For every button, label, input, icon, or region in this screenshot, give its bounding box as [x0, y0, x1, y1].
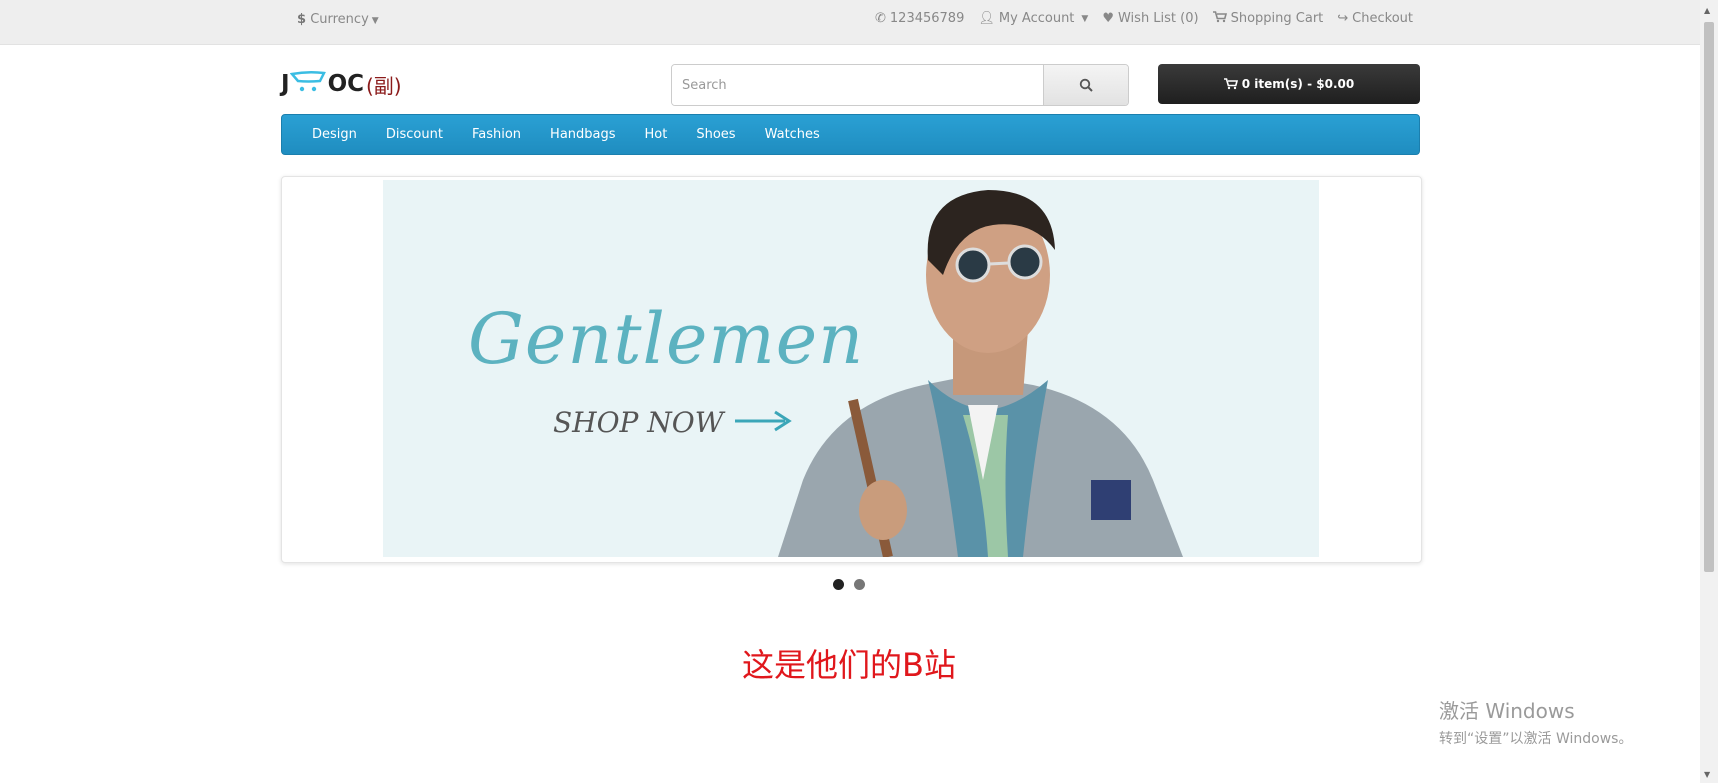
phone-link[interactable]: ✆ 123456789	[875, 11, 964, 26]
my-account-link[interactable]: 👤︎ My Account ▼	[978, 11, 1088, 26]
slide-pagination	[833, 579, 865, 590]
nav-item-fashion[interactable]: Fashion	[472, 127, 521, 142]
scrollbar-thumb[interactable]	[1704, 22, 1714, 572]
caret-down-icon: ▼	[1081, 13, 1089, 24]
nav-item-hot[interactable]: Hot	[645, 127, 668, 142]
cart-icon	[1212, 11, 1227, 26]
wishlist-label: Wish List (0)	[1117, 11, 1199, 26]
currency-symbol: $	[297, 12, 307, 27]
logo-sub: (副)	[366, 73, 402, 98]
heart-icon: ♥	[1102, 11, 1114, 26]
phone-icon: ✆	[875, 11, 886, 26]
watermark-subtitle: 转到“设置”以激活 Windows。	[1439, 731, 1633, 747]
scroll-down-icon[interactable]: ▼	[1704, 770, 1710, 779]
wishlist-link[interactable]: ♥ Wish List (0)	[1102, 11, 1198, 26]
page-caption: 这是他们的B站	[742, 646, 956, 684]
store-logo[interactable]: J OC (副)	[281, 70, 402, 98]
currency-dropdown[interactable]: $ Currency ▼	[297, 12, 379, 27]
cart-button-label: 0 item(s) - $0.00	[1241, 77, 1355, 91]
nav-item-shoes[interactable]: Shoes	[696, 127, 735, 142]
slide-dot-1[interactable]	[833, 579, 844, 590]
nav-item-handbags[interactable]: Handbags	[550, 127, 615, 142]
top-bar: $ Currency ▼ ✆ 123456789 👤︎ My Account ▼ ♥…	[0, 0, 1700, 45]
my-account-label: My Account	[998, 11, 1075, 26]
windows-activation-watermark: 激活 Windows 转到“设置”以激活 Windows。	[1439, 695, 1632, 748]
slide-dot-2[interactable]	[854, 579, 865, 590]
banner-cta[interactable]: SHOP NOW	[553, 406, 724, 439]
slideshow: Gentlemen SHOP NOW	[281, 176, 1422, 563]
shopping-cart-label: Shopping Cart	[1230, 11, 1324, 26]
checkout-link[interactable]: ↪ Checkout	[1337, 11, 1413, 26]
logo-oc: OC	[327, 71, 364, 97]
cart-button[interactable]: 0 item(s) - $0.00	[1158, 64, 1420, 104]
search-input[interactable]	[672, 65, 1043, 105]
search-button[interactable]	[1043, 65, 1128, 105]
scroll-up-icon[interactable]: ▲	[1704, 6, 1710, 15]
vertical-scrollbar[interactable]: ▲ ▼	[1700, 0, 1718, 783]
banner-slide[interactable]: Gentlemen SHOP NOW	[383, 180, 1319, 557]
share-icon: ↪	[1337, 11, 1349, 26]
banner-headline: Gentlemen	[468, 298, 865, 380]
arrow-right-icon	[735, 410, 792, 432]
user-icon: 👤︎	[978, 11, 995, 26]
caret-down-icon: ▼	[371, 16, 379, 26]
currency-label: Currency	[310, 12, 369, 27]
cart-icon	[1223, 78, 1238, 90]
main-nav: Design Discount Fashion Handbags Hot Sho…	[281, 114, 1420, 155]
nav-item-discount[interactable]: Discount	[386, 127, 443, 142]
search-icon	[1079, 78, 1093, 92]
search-group	[671, 64, 1129, 106]
logo-letter: J	[281, 71, 290, 97]
checkout-label: Checkout	[1352, 11, 1413, 26]
watermark-title: 激活 Windows	[1439, 699, 1575, 723]
cart-logo-icon	[289, 69, 326, 99]
phone-label: 123456789	[889, 11, 965, 26]
shopping-cart-link[interactable]: Shopping Cart	[1212, 11, 1324, 26]
nav-item-design[interactable]: Design	[312, 127, 357, 142]
top-links: ✆ 123456789 👤︎ My Account ▼ ♥ Wish List (…	[875, 11, 1413, 26]
nav-item-watches[interactable]: Watches	[765, 127, 820, 142]
